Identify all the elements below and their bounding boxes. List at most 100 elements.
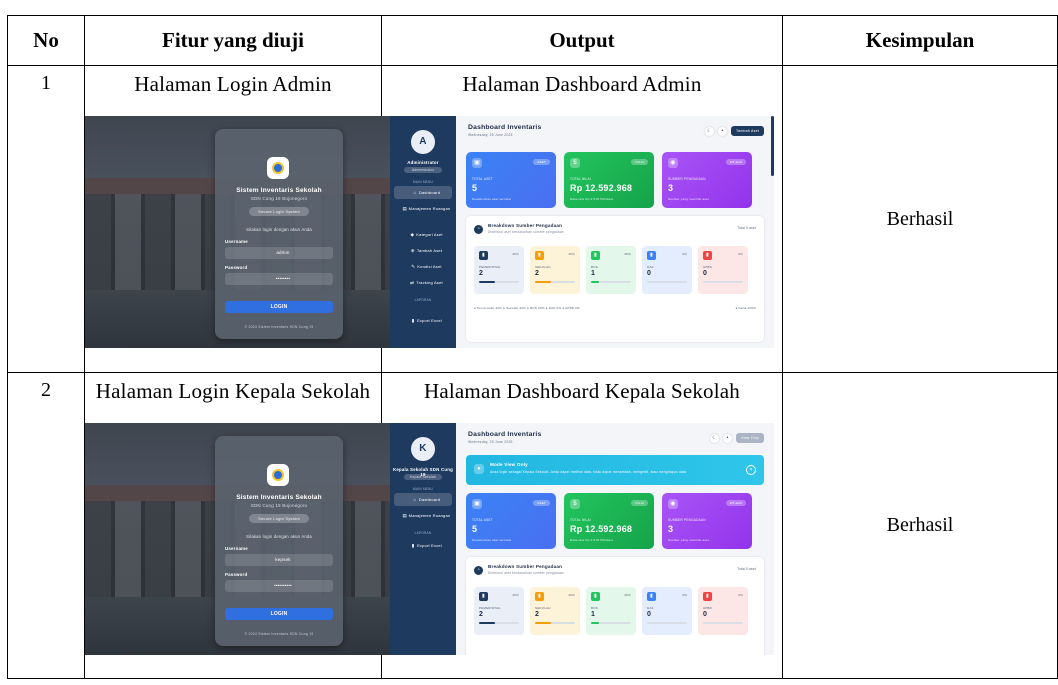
sidebar-role-badge: Administrator xyxy=(404,167,442,173)
login-footer: © 2024 Sistem Inventaris SDN Cung 19 xyxy=(244,632,314,636)
secure-pill: Secure Login System xyxy=(249,207,309,216)
password-field[interactable]: •••••••• xyxy=(225,273,333,285)
source-progress xyxy=(535,622,575,624)
source-progress xyxy=(479,622,519,624)
source-progress xyxy=(703,622,743,624)
sidebar-section-main: MAIN MENU xyxy=(412,487,434,491)
breakdown-panel: ◔ Breakdown Sumber Pengadaan Distribusi … xyxy=(466,557,764,655)
page-date: Wednesday, 25 June 2025 xyxy=(468,133,513,137)
username-field[interactable]: kepsek xyxy=(225,554,333,566)
username-field[interactable]: admin xyxy=(225,247,333,259)
main-content: Dashboard Inventaris Wednesday, 25 June … xyxy=(460,116,770,348)
password-label: Password xyxy=(225,265,248,270)
feature-label: Halaman Login Kepala Sekolah xyxy=(95,379,371,403)
feature-cell: Halaman Login Admin Sistem Inventaris Se… xyxy=(84,65,467,373)
feature-label: Halaman Login Admin xyxy=(134,72,332,96)
source-progress-fill xyxy=(535,281,551,283)
source-card: ▮ 0% APBD 0 xyxy=(698,587,748,635)
sidebar-section-report: LAPORAN xyxy=(414,298,432,302)
money-icon: $ xyxy=(570,158,580,168)
sidebar: A Administrator Administrator MAIN MENU … xyxy=(390,116,456,348)
password-field[interactable]: •••••••••• xyxy=(225,580,333,592)
chart-icon: ◔ xyxy=(474,566,483,575)
output-cell: Halaman Dashboard Admin A Administrator … xyxy=(381,65,783,373)
secure-pill: Secure Login System xyxy=(249,514,309,523)
source-name: DAK xyxy=(647,606,654,610)
box-icon: ▣ xyxy=(472,158,482,168)
result-cell: Berhasil xyxy=(782,65,1058,373)
sidebar-item-kategori[interactable]: ◆ Kategori Aset xyxy=(394,228,452,241)
source-icon: ◉ xyxy=(668,158,678,168)
username-label: Username xyxy=(225,546,248,551)
sidebar-section-main: MAIN MENU xyxy=(412,180,434,184)
school-logo-icon xyxy=(267,464,289,486)
source-icon: ▮ xyxy=(479,592,488,601)
source-progress-fill xyxy=(479,622,495,624)
moon-icon[interactable]: ☾ xyxy=(710,433,720,443)
source-name: SEKOLAH xyxy=(535,606,551,610)
user-icon: ● xyxy=(474,464,484,474)
source-icon: ▮ xyxy=(703,251,712,260)
source-card: ▮ 0% APBD 0 xyxy=(698,246,748,294)
row-number: 1 xyxy=(7,65,85,373)
source-progress xyxy=(591,622,631,624)
sidebar: K Kepala Sekolah SDN Cung 19 Kepala Seko… xyxy=(390,423,456,655)
source-value: 1 xyxy=(591,270,596,277)
source-value: 2 xyxy=(535,611,540,618)
header-fitur: Fitur yang diuji xyxy=(84,15,382,66)
source-value: 2 xyxy=(479,270,484,277)
bell-icon[interactable]: • xyxy=(718,126,728,136)
result-cell: Berhasil xyxy=(782,372,1058,679)
source-card: ▮ 0% DAK 0 xyxy=(642,246,692,294)
stat-card-sumber: ◉ 3/5 aktif SUMBER PENGADAAN 3 Sumber ya… xyxy=(662,152,752,208)
login-info: Silakan login dengan akun Anda xyxy=(246,534,312,539)
main-content: Dashboard Inventaris Wednesday, 25 June … xyxy=(460,423,770,655)
add-asset-button[interactable]: Tambah Aset xyxy=(731,126,764,136)
sidebar-item-tambah[interactable]: ⊕ Tambah Aset xyxy=(394,244,452,257)
source-card: ▮ 40% PEMERINTAH 2 xyxy=(474,587,524,635)
source-value: 1 xyxy=(591,611,596,618)
sidebar-item-dashboard[interactable]: ⌂ Dashboard xyxy=(394,186,452,199)
toolbar: ☾ • Tambah Aset xyxy=(705,126,764,136)
source-progress xyxy=(479,281,519,283)
password-label: Password xyxy=(225,572,248,577)
dashboard-screenshot-admin: A Administrator Administrator MAIN MENU … xyxy=(390,116,774,348)
source-progress xyxy=(535,281,575,283)
stat-card-total-nilai: $ NILAI TOTAL NILAI Rp 12.592.968 Rata-r… xyxy=(564,493,654,549)
login-button[interactable]: LOGIN xyxy=(225,608,333,620)
sidebar-item-tracking[interactable]: ⇄ Tracking Aset xyxy=(394,276,452,289)
view-only-button[interactable]: View Only xyxy=(736,433,764,443)
sidebar-item-ruangan[interactable]: ▤ Manajemen Ruangan xyxy=(394,202,452,215)
moon-icon[interactable]: ☾ xyxy=(705,126,715,136)
source-icon: ◉ xyxy=(668,499,678,509)
source-progress xyxy=(647,281,687,283)
home-icon: ⌂ xyxy=(413,190,417,195)
sidebar-item-ruangan[interactable]: ▤ Manajemen Ruangan xyxy=(394,509,452,522)
login-footer: © 2024 Sistem Inventaris SDN Cung 19 xyxy=(244,325,314,329)
bell-icon[interactable]: • xyxy=(723,433,733,443)
login-button[interactable]: LOGIN xyxy=(225,301,333,313)
source-icon: ▮ xyxy=(647,592,656,601)
sidebar-item-dashboard[interactable]: ⌂ Dashboard xyxy=(394,493,452,506)
money-icon: $ xyxy=(570,499,580,509)
source-icon: ▮ xyxy=(647,251,656,260)
source-progress-fill xyxy=(591,622,599,624)
source-name: DAK xyxy=(647,265,654,269)
sidebar-role-badge: Kepala Sekolah xyxy=(404,474,442,480)
close-icon[interactable]: × xyxy=(746,465,756,475)
source-percent: 40% xyxy=(568,252,575,256)
home-icon: ⌂ xyxy=(413,497,417,502)
scrollbar[interactable] xyxy=(771,116,774,176)
view-only-banner: ● Mode View Only Anda login sebagai Kepa… xyxy=(466,455,764,485)
stat-card-total-aset: ▣ ASET TOTAL ASET 5 Keseluruhan aset ter… xyxy=(466,493,556,549)
sidebar-item-export[interactable]: ▮ Export Excel xyxy=(394,314,452,327)
source-progress xyxy=(703,281,743,283)
row-number: 2 xyxy=(7,372,85,679)
sidebar-item-export[interactable]: ▮ Export Excel xyxy=(394,539,452,552)
sidebar-item-kondisi[interactable]: ✎ Kondisi Aset xyxy=(394,260,452,273)
source-progress xyxy=(591,281,631,283)
username-label: Username xyxy=(225,239,248,244)
toolbar: ☾ • View Only xyxy=(710,433,764,443)
source-name: PEMERINTAH xyxy=(479,265,501,269)
login-subtitle: SDN Cung 19 Bojonegoro xyxy=(250,196,308,201)
